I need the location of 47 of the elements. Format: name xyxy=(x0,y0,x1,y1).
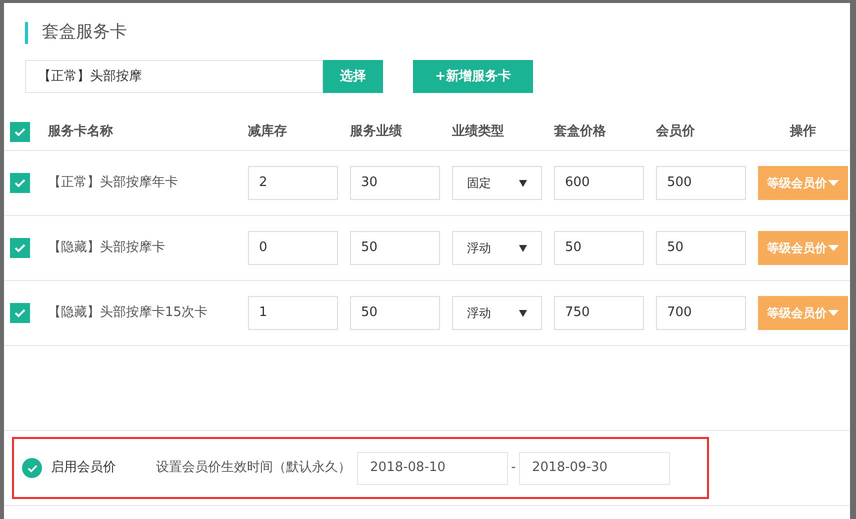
card-name: 【隐藏】头部按摩卡15次卡 xyxy=(48,304,209,322)
input-field[interactable]: 50 xyxy=(554,231,644,265)
time-label: 设置会员价生效时间（默认永久） xyxy=(156,459,351,478)
type-select[interactable]: 浮动 xyxy=(452,231,542,265)
caret-icon xyxy=(828,310,839,316)
column-header: 套盒价格 xyxy=(554,122,607,141)
checkbox[interactable] xyxy=(10,238,30,258)
checkbox[interactable] xyxy=(10,173,30,193)
column-header: 减库存 xyxy=(248,122,288,141)
checkbox[interactable] xyxy=(10,303,30,323)
caret-icon xyxy=(828,180,839,186)
input-field[interactable]: 1 xyxy=(248,296,338,330)
end-date-field[interactable]: 2018-09-30 xyxy=(519,452,670,484)
checkmark-icon xyxy=(14,126,26,136)
enable-label: 启用会员价 xyxy=(51,459,116,478)
type-select[interactable]: 浮动 xyxy=(452,296,542,330)
caret-icon xyxy=(519,180,527,186)
toggle-icon[interactable] xyxy=(22,458,42,478)
input-field[interactable]: 30 xyxy=(350,166,440,200)
date-separator: - xyxy=(510,459,517,478)
input-field[interactable]: 2 xyxy=(248,166,338,200)
caret-icon xyxy=(828,245,839,251)
input-field[interactable]: 50 xyxy=(656,231,746,265)
input-field[interactable]: 500 xyxy=(656,166,746,200)
start-date-field[interactable]: 2018-08-10 xyxy=(357,452,508,484)
section-title: 套盒服务卡 xyxy=(42,21,127,44)
input-field[interactable]: 50 xyxy=(350,231,440,265)
card-name: 【隐藏】头部按摩卡 xyxy=(48,239,166,258)
checkmark-icon xyxy=(14,243,26,253)
column-header: 业绩类型 xyxy=(452,122,505,141)
input-field[interactable]: 700 xyxy=(656,296,746,330)
search-field[interactable]: 【正常】头部按摩 xyxy=(25,60,323,93)
checkbox[interactable] xyxy=(10,122,30,142)
type-select[interactable]: 固定 xyxy=(452,166,542,200)
caret-icon xyxy=(519,244,527,252)
checkmark-icon xyxy=(14,308,26,318)
input-field[interactable]: 0 xyxy=(248,231,338,265)
input-field[interactable]: 750 xyxy=(554,296,644,330)
checkmark-icon xyxy=(14,178,26,188)
column-header: 服务业绩 xyxy=(350,122,403,141)
caret-icon xyxy=(519,310,527,316)
column-header: 服务卡名称 xyxy=(48,122,114,141)
column-header: 操作 xyxy=(788,122,817,141)
input-field[interactable]: 600 xyxy=(554,166,644,200)
column-header: 会员价 xyxy=(656,122,696,141)
input-field[interactable]: 50 xyxy=(350,296,440,330)
card-name: 【正常】头部按摩年卡 xyxy=(48,174,179,192)
